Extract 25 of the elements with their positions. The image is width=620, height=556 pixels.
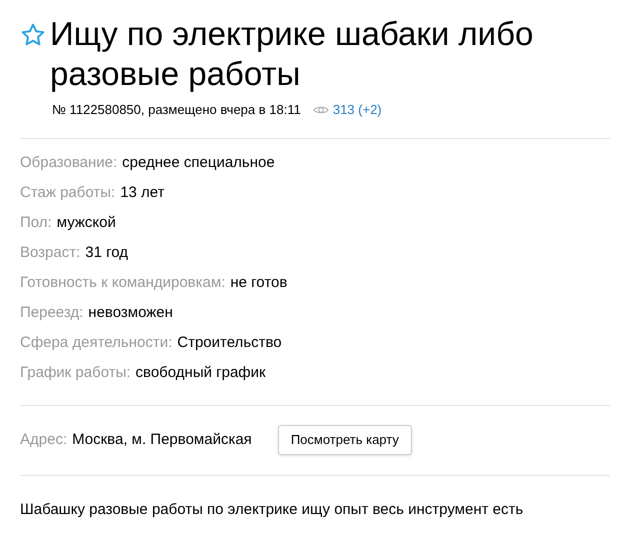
field-label: Образование: [20, 153, 118, 174]
field-label: Пол: [20, 213, 52, 234]
field-value: Строительство [177, 333, 282, 354]
eye-icon [312, 104, 329, 115]
field-label: График работы: [20, 363, 131, 384]
field-value: не готов [230, 273, 288, 294]
field-value: 13 лет [120, 183, 165, 204]
listing-info: № 1122580850, размещено вчера в 18:11 [52, 101, 301, 119]
view-count[interactable]: 313 (+2) [332, 100, 382, 120]
description: Шабашку разовые работы по электрике ищу опыт весь инструмент есть [20, 500, 524, 520]
field-label: Сфера деятельности: [20, 333, 172, 354]
address-value: Москва, м. Первомайская [72, 430, 252, 450]
view-map-button[interactable]: Посмотреть карту [278, 425, 412, 455]
field-label: Стаж работы: [20, 183, 116, 204]
star-icon[interactable] [20, 22, 46, 48]
field-label: Возраст: [20, 243, 80, 264]
address-label: Адрес: [20, 430, 68, 450]
page-title: Ищу по электрике шабаки либо разовые работы [50, 14, 534, 94]
field-value: среднее специальное [122, 153, 275, 174]
field-value: невозможен [88, 303, 173, 324]
field-label: Готовность к командировкам: [20, 273, 226, 294]
field-value: мужской [56, 213, 116, 234]
field-value: 31 год [85, 243, 128, 264]
field-value: свободный график [136, 363, 266, 384]
field-label: Переезд: [20, 303, 84, 324]
